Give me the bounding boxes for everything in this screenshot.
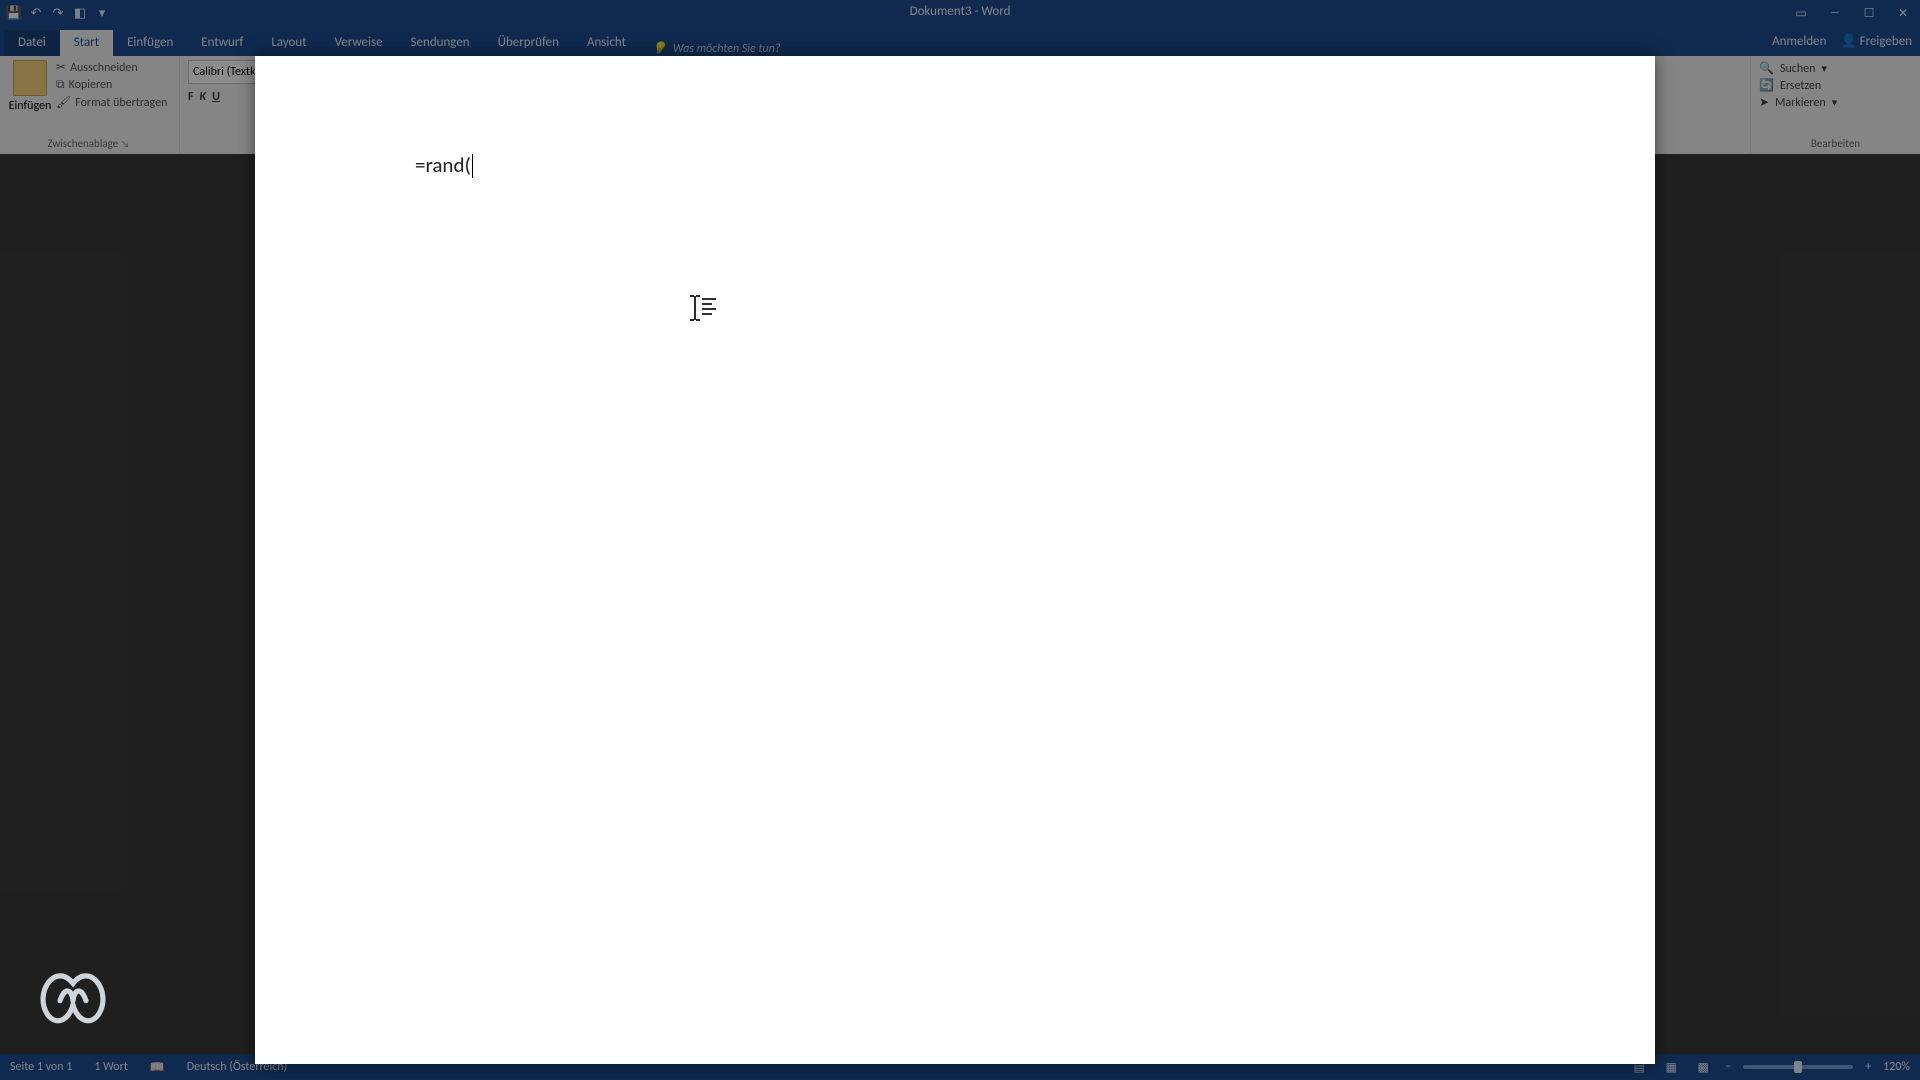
zoom-in-button[interactable]: + [1865, 1060, 1871, 1074]
ibeam-icon [688, 294, 702, 322]
group-editing: 🔍 Suchen ▾ 🔄 Ersetzen ➤ Markieren ▾ Bearbei… [1750, 56, 1920, 154]
copy-label: Kopieren [69, 78, 113, 92]
tab-entwurf[interactable]: Entwurf [187, 30, 257, 56]
sign-in-link[interactable]: Anmelden [1772, 34, 1826, 49]
group-clipboard-label: Zwischenablage ↘ [8, 135, 171, 152]
underline-button[interactable]: U [212, 90, 220, 104]
maximize-button[interactable]: ☐ [1852, 0, 1886, 26]
paste-label: Einfügen [8, 99, 52, 113]
chevron-down-icon: ▾ [1821, 62, 1827, 75]
tell-me-search[interactable]: 💡 Was möchten Sie tun? [652, 41, 780, 56]
format-painter-label: Format übertragen [75, 96, 167, 110]
tab-einfuegen[interactable]: Einfügen [113, 30, 187, 56]
bold-button[interactable]: F [188, 90, 194, 104]
share-button[interactable]: 👤 Freigeben [1840, 34, 1912, 49]
select-button[interactable]: ➤ Markieren ▾ [1759, 94, 1912, 111]
tell-me-placeholder: Was möchten Sie tun? [673, 42, 781, 56]
copy-icon: ⧉ [56, 78, 65, 92]
replace-icon: 🔄 [1759, 78, 1774, 93]
tab-verweise[interactable]: Verweise [321, 30, 397, 56]
redo-icon[interactable]: ↷ [50, 5, 66, 21]
quick-access-toolbar: 💾 ↶ ↷ ◧ ▾ [0, 5, 116, 21]
status-proofing-icon[interactable]: 📖 [150, 1060, 165, 1075]
zoom-level[interactable]: 120% [1883, 1060, 1910, 1074]
group-clipboard: Einfügen ✂ Ausschneiden ⧉ Kopieren 🖌 Format… [0, 56, 180, 154]
save-icon[interactable]: 💾 [6, 5, 22, 21]
select-label: Markieren [1775, 96, 1826, 110]
align-left-icon [702, 298, 716, 318]
tab-sendungen[interactable]: Sendungen [397, 30, 484, 56]
touchmode-icon[interactable]: ◧ [72, 5, 88, 21]
tab-ansicht[interactable]: Ansicht [573, 30, 640, 56]
tab-ueberpruefen[interactable]: Überprüfen [484, 30, 573, 56]
replace-button[interactable]: 🔄 Ersetzen [1759, 77, 1912, 94]
search-icon: 🔍 [1759, 61, 1774, 76]
zoom-out-button[interactable]: − [1725, 1060, 1731, 1074]
close-button[interactable]: ✕ [1886, 0, 1920, 26]
status-wordcount[interactable]: 1 Wort [94, 1060, 128, 1074]
format-painter-button[interactable]: 🖌 Format übertragen [56, 95, 167, 110]
find-button[interactable]: 🔍 Suchen ▾ [1759, 60, 1912, 77]
brush-icon: 🖌 [56, 95, 71, 110]
document-body[interactable]: =rand( [415, 152, 1495, 178]
share-label: Freigeben [1860, 34, 1912, 49]
titlebar-right-actions: Anmelden 👤 Freigeben [1772, 30, 1912, 52]
tab-layout[interactable]: Layout [257, 30, 320, 56]
ribbon-tabs: Datei Start Einfügen Entwurf Layout Verw… [0, 26, 1920, 56]
copy-button[interactable]: ⧉ Kopieren [56, 78, 167, 92]
scissors-icon: ✂ [56, 60, 66, 75]
cut-label: Ausschneiden [70, 61, 138, 75]
zoom-slider[interactable] [1743, 1065, 1853, 1069]
cursor-icon: ➤ [1759, 95, 1769, 110]
clipboard-icon [13, 60, 47, 96]
title-bar: 💾 ↶ ↷ ◧ ▾ Dokument3 - Word ▭ ― ☐ ✕ [0, 0, 1920, 26]
window-controls: ▭ ― ☐ ✕ [1784, 0, 1920, 26]
view-web-layout-button[interactable]: ▩ [1693, 1058, 1713, 1076]
italic-button[interactable]: K [200, 90, 207, 104]
overlay-logo [28, 953, 118, 1036]
text-caret [472, 154, 473, 178]
find-label: Suchen [1780, 62, 1815, 76]
typed-text: =rand( [415, 152, 471, 178]
minimize-button[interactable]: ― [1818, 0, 1852, 26]
lightbulb-icon: 💡 [652, 41, 667, 56]
undo-icon[interactable]: ↶ [28, 5, 44, 21]
tab-datei[interactable]: Datei [4, 30, 60, 56]
cut-button[interactable]: ✂ Ausschneiden [56, 60, 167, 75]
clipboard-launcher-icon[interactable]: ↘ [121, 137, 132, 150]
paste-button[interactable]: Einfügen [8, 60, 52, 113]
replace-label: Ersetzen [1780, 79, 1821, 93]
ribbon-options-icon[interactable]: ▭ [1784, 0, 1818, 26]
chevron-down-icon: ▾ [1832, 96, 1838, 109]
document-title: Dokument3 - Word [910, 4, 1011, 19]
zoom-slider-thumb[interactable] [1794, 1061, 1802, 1073]
share-icon: 👤 [1840, 34, 1856, 49]
group-editing-label: Bearbeiten [1759, 135, 1912, 152]
status-page[interactable]: Seite 1 von 1 [10, 1060, 72, 1074]
qat-dropdown-icon[interactable]: ▾ [94, 5, 110, 21]
document-page[interactable]: =rand( [255, 56, 1655, 1064]
view-print-layout-button[interactable]: ▦ [1661, 1058, 1681, 1076]
tab-start[interactable]: Start [60, 30, 113, 56]
